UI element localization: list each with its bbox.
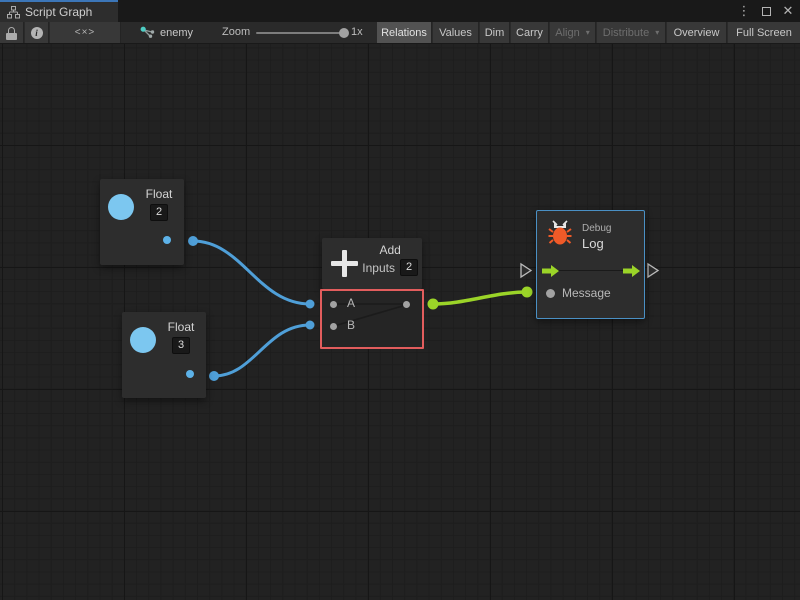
inputs-count-input[interactable]: 2 (400, 259, 418, 276)
graph-canvas[interactable]: Float 2 Float 3 Add Inputs 2 A (0, 44, 800, 600)
node-title: Log (582, 236, 604, 251)
float-literal-icon (130, 327, 156, 353)
zoom-slider[interactable] (256, 32, 344, 34)
flow-relation-line (557, 270, 626, 271)
input-port-message[interactable] (546, 289, 555, 298)
output-port-sum[interactable] (403, 301, 410, 308)
info-icon: i (31, 27, 43, 39)
port-a-label: A (347, 296, 355, 310)
node-category: Debug (582, 223, 611, 234)
wire-float3-to-b[interactable] (214, 325, 310, 376)
control-output-arrow[interactable] (623, 265, 640, 277)
wire-endpoint-dot[interactable] (306, 300, 315, 309)
wire-endpoint-dot[interactable] (188, 236, 198, 246)
node-title: Add (362, 243, 418, 257)
window-titlebar: Script Graph ⋮ ✕ (0, 0, 800, 22)
maximize-icon[interactable] (758, 3, 774, 19)
output-port[interactable] (163, 236, 171, 244)
node-float-3[interactable]: Float 3 (122, 312, 206, 398)
float-literal-icon (108, 194, 134, 220)
wire-add-to-message[interactable] (433, 292, 527, 304)
input-port-b[interactable] (330, 323, 337, 330)
node-float-2[interactable]: Float 2 (100, 179, 184, 265)
toolbar-button-overview[interactable]: Overview (667, 22, 727, 43)
chevron-down-icon: ▾ (655, 28, 659, 37)
wire-float2-to-a[interactable] (193, 241, 310, 304)
lock-button[interactable] (0, 22, 24, 43)
chevron-down-icon: ▾ (586, 28, 590, 37)
tab-script-graph[interactable]: Script Graph (0, 0, 118, 22)
close-icon[interactable]: ✕ (780, 3, 796, 19)
relation-lines (322, 291, 422, 347)
wire-endpoint-dot[interactable] (306, 321, 315, 330)
toolbar-button-distribute[interactable]: Distribute ▾ (597, 22, 666, 43)
wire-endpoint-dot[interactable] (522, 287, 533, 298)
graph-breadcrumb[interactable]: enemy (132, 22, 201, 43)
wire-endpoint-dot[interactable] (209, 371, 219, 381)
control-output-triangle[interactable] (648, 264, 658, 277)
input-port-a[interactable] (330, 301, 337, 308)
toolbar-button-align[interactable]: Align ▾ (550, 22, 596, 43)
node-add-ports[interactable]: A B (320, 289, 424, 349)
inputs-label: Inputs (362, 261, 395, 275)
window-controls: ⋮ ✕ (736, 0, 796, 22)
toolbar-button-carry[interactable]: Carry (511, 22, 549, 43)
toolbar-button-values[interactable]: Values (433, 22, 479, 43)
node-debug-log[interactable]: Debug Log Message (536, 210, 645, 319)
toolbar-button-fullscreen[interactable]: Full Screen (728, 22, 800, 43)
window-menu-icon[interactable]: ⋮ (736, 3, 752, 19)
toolbar-button-dim[interactable]: Dim (480, 22, 510, 43)
output-port[interactable] (186, 370, 194, 378)
toolbar-button-relations[interactable]: Relations (377, 22, 432, 43)
node-title: Float (159, 320, 203, 334)
tab-title: Script Graph (25, 5, 92, 19)
node-title: Float (137, 187, 181, 201)
graph-icon (7, 6, 20, 19)
code-icon: <×> (75, 27, 96, 38)
graph-asset-icon (140, 26, 155, 39)
control-input-arrow[interactable] (542, 265, 559, 277)
graph-name: enemy (160, 27, 193, 39)
plus-icon (331, 250, 358, 277)
edit-code-button[interactable]: <×> (50, 22, 121, 43)
float-value-input[interactable]: 3 (172, 337, 190, 354)
graph-toolbar: i <×> enemy Zoom 1x Relations Values Dim… (0, 22, 800, 44)
control-input-triangle[interactable] (521, 264, 531, 277)
zoom-slider-handle[interactable] (339, 28, 349, 38)
node-add-header[interactable]: Add Inputs 2 (322, 238, 422, 289)
zoom-value: 1x (351, 26, 363, 38)
inspector-button[interactable]: i (25, 22, 49, 43)
message-port-label: Message (562, 286, 611, 300)
lock-icon (6, 27, 17, 40)
port-b-label: B (347, 318, 355, 332)
bug-icon (548, 220, 572, 246)
float-value-input[interactable]: 2 (150, 204, 168, 221)
wire-endpoint-dot[interactable] (428, 299, 439, 310)
zoom-label: Zoom (222, 26, 250, 38)
